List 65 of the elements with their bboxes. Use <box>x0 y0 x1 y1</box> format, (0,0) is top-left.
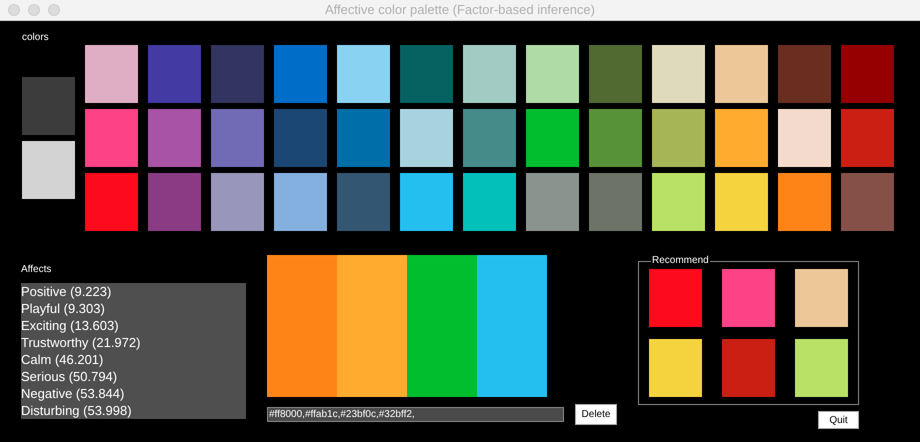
recommend-label: Recommend <box>651 255 710 267</box>
color-swatch[interactable] <box>211 45 264 103</box>
color-codes-field[interactable]: #ff8000,#ffab1c,#23bf0c,#32bff2, <box>267 407 564 422</box>
affect-item[interactable]: Positive (9.223) <box>21 283 246 300</box>
color-swatch[interactable] <box>337 45 390 103</box>
color-swatch[interactable] <box>652 45 705 103</box>
color-swatch[interactable] <box>274 45 327 103</box>
window-control-icon[interactable] <box>48 4 60 16</box>
colors-label: colors <box>22 31 50 45</box>
color-swatch[interactable] <box>463 173 516 231</box>
color-swatch[interactable] <box>148 109 201 167</box>
affect-item[interactable]: Disturbing (53.998) <box>21 402 246 419</box>
color-swatch[interactable] <box>795 269 848 327</box>
affect-item[interactable]: Exciting (13.603) <box>21 317 246 334</box>
window-control-icon[interactable] <box>28 4 40 16</box>
color-swatch[interactable] <box>589 45 642 103</box>
color-swatch[interactable] <box>22 141 75 199</box>
color-swatch[interactable] <box>778 173 831 231</box>
color-swatch[interactable] <box>526 45 579 103</box>
color-swatch[interactable] <box>649 269 702 327</box>
affects-label: Affects <box>21 264 52 277</box>
color-swatch[interactable] <box>274 109 327 167</box>
color-swatch[interactable] <box>841 109 894 167</box>
color-swatch[interactable] <box>337 173 390 231</box>
color-swatch[interactable] <box>841 173 894 231</box>
color-swatch[interactable] <box>400 173 453 231</box>
color-swatch[interactable] <box>652 173 705 231</box>
color-swatch[interactable] <box>795 339 848 397</box>
color-swatch[interactable] <box>722 339 775 397</box>
color-swatch[interactable] <box>526 173 579 231</box>
color-swatch[interactable] <box>211 109 264 167</box>
color-swatch[interactable] <box>778 45 831 103</box>
affect-item[interactable]: Negative (53.844) <box>21 385 246 402</box>
color-swatch[interactable] <box>85 109 138 167</box>
color-swatch[interactable] <box>400 109 453 167</box>
window-title: Affective color palette (Factor-based inference) <box>325 1 595 20</box>
color-swatch[interactable] <box>649 339 702 397</box>
color-swatch[interactable] <box>274 173 327 231</box>
color-swatch[interactable] <box>211 173 264 231</box>
color-swatch[interactable] <box>400 45 453 103</box>
color-swatch[interactable] <box>85 45 138 103</box>
affect-item[interactable]: Serious (50.794) <box>21 368 246 385</box>
color-swatch[interactable] <box>715 109 768 167</box>
color-swatch[interactable] <box>715 173 768 231</box>
color-swatch[interactable] <box>526 109 579 167</box>
color-swatch[interactable] <box>22 77 75 135</box>
color-swatch[interactable] <box>463 45 516 103</box>
quit-button[interactable]: Quit <box>818 411 859 429</box>
window-control-icon[interactable] <box>8 4 20 16</box>
color-swatch[interactable] <box>463 109 516 167</box>
color-swatch[interactable] <box>148 173 201 231</box>
color-swatch[interactable] <box>778 109 831 167</box>
color-swatch[interactable] <box>841 45 894 103</box>
color-swatch[interactable] <box>589 173 642 231</box>
color-swatch[interactable] <box>85 173 138 231</box>
color-swatch[interactable] <box>722 269 775 327</box>
delete-button[interactable]: Delete <box>575 404 617 425</box>
color-swatch[interactable] <box>148 45 201 103</box>
color-swatch[interactable] <box>337 109 390 167</box>
affect-item[interactable]: Trustworthy (21.972) <box>21 334 246 351</box>
affect-item[interactable]: Playful (9.303) <box>21 300 246 317</box>
color-swatch[interactable] <box>715 45 768 103</box>
color-swatch[interactable] <box>652 109 705 167</box>
affect-item[interactable]: Calm (46.201) <box>21 351 246 368</box>
color-swatch[interactable] <box>589 109 642 167</box>
